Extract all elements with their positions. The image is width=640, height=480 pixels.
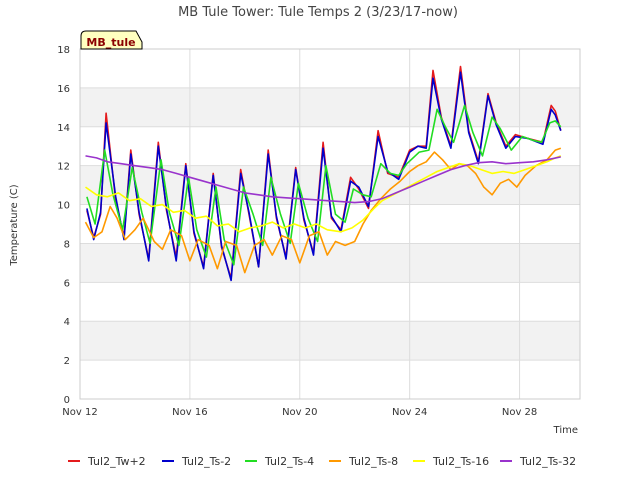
y-tick-label: 14 <box>57 123 70 134</box>
x-tick-label: Nov 28 <box>502 407 537 418</box>
plot-bands <box>80 49 580 399</box>
y-tick-label: 16 <box>57 84 70 95</box>
plot-band <box>80 321 580 361</box>
legend-label: Tul2_Ts-2 <box>181 455 231 468</box>
y-tick-label: 12 <box>57 162 70 173</box>
chart: MB Tule Tower: Tule Temps 2 (3/23/17-now… <box>0 0 640 480</box>
y-tick-label: 10 <box>57 201 70 212</box>
x-tick-label: Nov 12 <box>62 407 97 418</box>
y-tick-label: 6 <box>64 278 70 289</box>
y-tick-label: 2 <box>64 356 70 367</box>
legend-label: Tul2_Ts-16 <box>432 455 489 468</box>
station-badge: MB_tule <box>80 30 143 50</box>
legend-label: Tul2_Ts-8 <box>348 455 398 468</box>
x-tick-label: Nov 20 <box>282 407 317 418</box>
plot-band <box>80 87 580 127</box>
x-tick-label: Nov 24 <box>392 407 427 418</box>
chart-title: MB Tule Tower: Tule Temps 2 (3/23/17-now… <box>178 5 458 20</box>
y-tick-label: 8 <box>64 239 70 250</box>
x-axis-label: Time <box>553 425 578 436</box>
y-tick-label: 0 <box>64 395 70 406</box>
y-tick-label: 4 <box>64 317 70 328</box>
legend-label: Tul2_Ts-4 <box>264 455 314 468</box>
legend-label: Tul2_Ts-32 <box>519 455 576 468</box>
legend-label: Tul2_Tw+2 <box>87 455 146 468</box>
badge-label: MB_tule <box>86 36 135 49</box>
y-axis-label: Temperature (C) <box>9 184 20 266</box>
x-tick-label: Nov 16 <box>172 407 207 418</box>
y-tick-label: 18 <box>57 45 70 56</box>
